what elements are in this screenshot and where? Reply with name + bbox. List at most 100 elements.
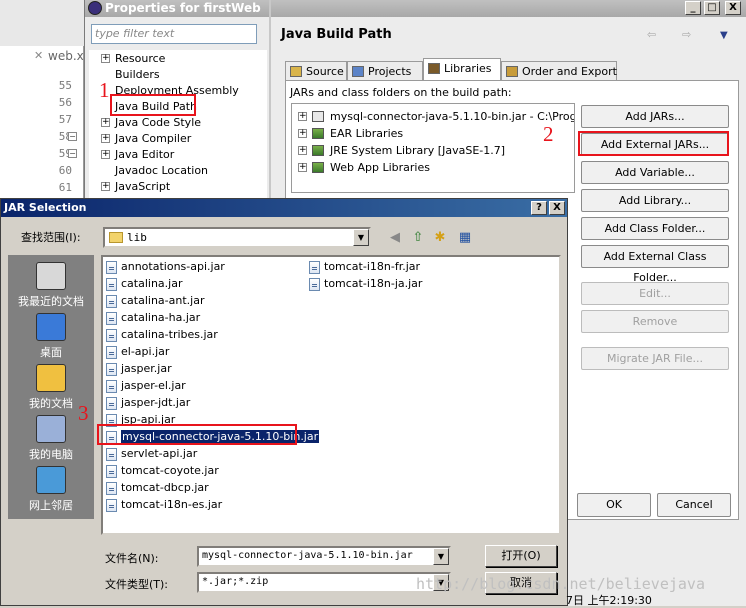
filter-input[interactable]: type filter text xyxy=(91,24,257,44)
fold-toggle-icon[interactable]: − xyxy=(68,132,77,141)
place-network-places[interactable]: 网上邻居 xyxy=(8,464,94,514)
properties-window-title: Properties for firstWeb xyxy=(105,1,261,15)
expand-icon[interactable]: + xyxy=(101,134,110,143)
libraries-tree[interactable]: + mysql-connector-java-5.1.10-bin.jar - C… xyxy=(291,103,575,193)
file-name: tomcat-i18n-es.jar xyxy=(121,498,223,511)
expand-icon[interactable]: + xyxy=(298,129,307,138)
expand-icon[interactable]: + xyxy=(101,54,110,63)
place-desktop[interactable]: 桌面 xyxy=(8,311,94,361)
place-label: 我的电脑 xyxy=(29,448,73,461)
forward-arrow-icon[interactable]: ⇨ xyxy=(682,28,691,41)
tree-item-label: Java Compiler xyxy=(115,132,192,145)
filename-combo[interactable]: mysql-connector-java-5.1.10-bin.jar ▼ xyxy=(197,546,451,567)
file-item[interactable]: catalina-ha.jar xyxy=(106,310,306,327)
tab-projects[interactable]: Projects xyxy=(347,61,423,81)
file-item[interactable]: servlet-api.jar xyxy=(106,446,306,463)
library-item[interactable]: + JRE System Library [JavaSE-1.7] xyxy=(292,142,574,159)
fold-toggle-icon[interactable]: − xyxy=(68,149,77,158)
file-item[interactable]: tomcat-i18n-ja.jar xyxy=(309,276,459,293)
chevron-down-icon[interactable]: ▼ xyxy=(353,229,369,246)
tree-item[interactable]: + Java Editor xyxy=(89,147,267,163)
help-button[interactable]: ? xyxy=(531,201,547,215)
tree-item[interactable]: + Resource xyxy=(89,51,267,67)
expand-icon[interactable]: + xyxy=(101,150,110,159)
tree-item[interactable]: + Java Code Style xyxy=(89,115,267,131)
library-label: JRE System Library [JavaSE-1.7] xyxy=(330,144,506,157)
add-external-class-folder-button[interactable]: Add External Class Folder... xyxy=(581,245,729,284)
add-library-button[interactable]: Add Library... xyxy=(581,189,729,212)
jar-file-icon xyxy=(106,346,117,359)
expand-icon[interactable]: + xyxy=(298,163,307,172)
up-folder-icon[interactable]: ⇧ xyxy=(409,230,427,246)
jar-file-icon xyxy=(106,499,117,512)
dialog-close-button[interactable]: X xyxy=(549,201,565,215)
new-folder-icon[interactable]: ✱ xyxy=(431,230,449,246)
look-in-combo[interactable]: lib ▼ xyxy=(103,227,371,248)
editor-tab-close-icon[interactable]: ✕ xyxy=(34,49,43,62)
file-item[interactable]: tomcat-dbcp.jar xyxy=(106,480,306,497)
file-item[interactable]: catalina-tribes.jar xyxy=(106,327,306,344)
file-item[interactable]: jasper-el.jar xyxy=(106,378,306,395)
file-item[interactable]: jasper-jdt.jar xyxy=(106,395,306,412)
add-variable-button[interactable]: Add Variable... xyxy=(581,161,729,184)
cancel-button[interactable]: Cancel xyxy=(657,493,731,517)
file-name: catalina-ant.jar xyxy=(121,294,205,307)
jar-file-icon xyxy=(106,465,117,478)
open-button[interactable]: 打开(O) xyxy=(485,545,557,567)
tab-order-and-export[interactable]: Order and Export xyxy=(501,61,617,81)
tab-source[interactable]: Source xyxy=(285,61,347,81)
filetype-combo[interactable]: *.jar;*.zip ▼ xyxy=(197,572,451,593)
add-class-folder-button[interactable]: Add Class Folder... xyxy=(581,217,729,240)
file-list[interactable]: annotations-api.jar catalina.jar catalina-… xyxy=(101,255,561,535)
library-item[interactable]: + Web App Libraries xyxy=(292,159,574,176)
pane-divider[interactable] xyxy=(269,0,271,200)
tree-item[interactable]: + JavaScript xyxy=(89,179,267,195)
expand-icon[interactable]: + xyxy=(298,112,307,121)
minimize-button[interactable]: _ xyxy=(685,1,701,15)
place-label: 桌面 xyxy=(40,346,62,359)
file-item[interactable]: el-api.jar xyxy=(106,344,306,361)
page-title: Java Build Path xyxy=(281,27,392,42)
file-name: servlet-api.jar xyxy=(121,447,198,460)
tree-item[interactable]: Builders xyxy=(89,67,267,83)
place-label: 网上邻居 xyxy=(29,499,73,512)
file-item[interactable]: tomcat-coyote.jar xyxy=(106,463,306,480)
expand-icon[interactable]: + xyxy=(101,182,110,191)
tree-item-label: Builders xyxy=(115,68,160,81)
library-item[interactable]: + mysql-connector-java-5.1.10-bin.jar - C… xyxy=(292,108,574,125)
tab-label: Order and Export xyxy=(522,65,617,78)
step-3-label: 3 xyxy=(78,401,89,425)
tree-item-label: JavaScript xyxy=(115,180,171,193)
editor-pane: ✕ web.x 55 56 57 58−59−60 61 xyxy=(0,0,84,200)
place-label: 我最近的文档 xyxy=(18,295,84,308)
file-item[interactable]: tomcat-i18n-es.jar xyxy=(106,497,306,514)
back-icon[interactable]: ◀ xyxy=(386,230,404,246)
view-menu-icon[interactable]: ▼ xyxy=(720,30,728,41)
line-number: 56 xyxy=(58,96,72,109)
tab-libraries[interactable]: Libraries xyxy=(423,58,501,81)
filename-value[interactable]: mysql-connector-java-5.1.10-bin.jar xyxy=(202,550,413,561)
file-item[interactable]: jasper.jar xyxy=(106,361,306,378)
tree-item[interactable]: + Java Compiler xyxy=(89,131,267,147)
file-item[interactable]: catalina.jar xyxy=(106,276,306,293)
properties-titlebar: Properties for firstWeb _ □ X xyxy=(85,0,746,17)
file-item[interactable]: catalina-ant.jar xyxy=(106,293,306,310)
ok-button[interactable]: OK xyxy=(577,493,651,517)
view-menu-icon[interactable]: ▦ xyxy=(456,230,474,246)
chevron-down-icon[interactable]: ▼ xyxy=(433,548,449,565)
library-item[interactable]: + EAR Libraries xyxy=(292,125,574,142)
migrate-jar-file-button: Migrate JAR File... xyxy=(581,347,729,370)
file-item[interactable]: annotations-api.jar xyxy=(106,259,306,276)
add-jars-button[interactable]: Add JARs... xyxy=(581,105,729,128)
maximize-button[interactable]: □ xyxy=(704,1,720,15)
expand-icon[interactable]: + xyxy=(298,146,307,155)
editor-tab-label[interactable]: web.x xyxy=(48,49,84,63)
file-item[interactable]: tomcat-i18n-fr.jar xyxy=(309,259,459,276)
place-recent-documents[interactable]: 我最近的文档 xyxy=(8,260,94,310)
file-name: annotations-api.jar xyxy=(121,260,225,273)
close-button[interactable]: X xyxy=(725,1,741,15)
back-arrow-icon[interactable]: ⇦ xyxy=(647,28,656,41)
expand-icon[interactable]: + xyxy=(101,118,110,127)
tree-item[interactable]: Javadoc Location xyxy=(89,163,267,179)
edit-button: Edit... xyxy=(581,282,729,305)
